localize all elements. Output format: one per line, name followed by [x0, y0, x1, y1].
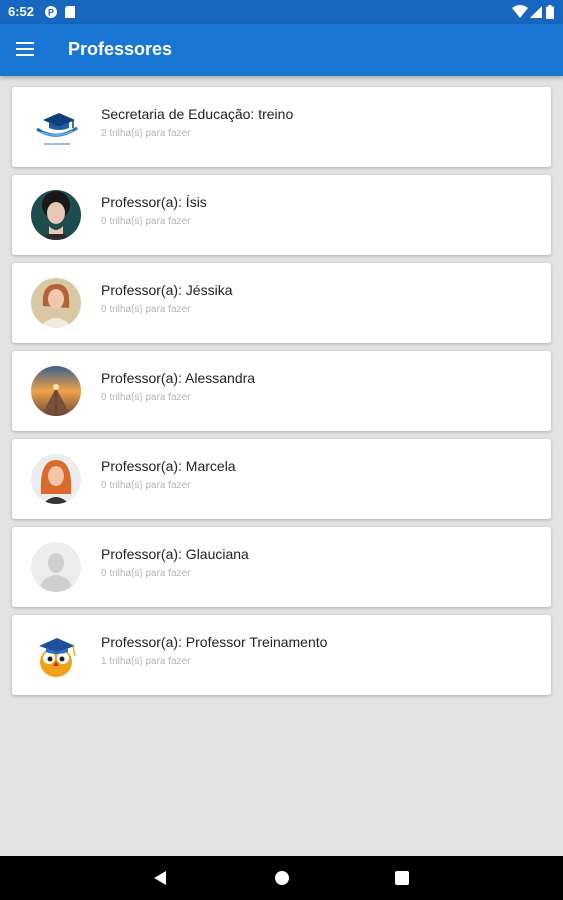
item-title: Professor(a): Jéssika	[101, 282, 233, 298]
item-subtitle: 0 trilha(s) para fazer	[101, 480, 191, 491]
item-title: Professor(a): Glauciana	[101, 546, 249, 562]
default-user-silhouette	[31, 542, 81, 592]
item-subtitle: 2 trilha(s) para fazer	[101, 128, 191, 139]
status-time: 6:52	[8, 4, 35, 19]
item-title: Professor(a): Marcela	[101, 458, 236, 474]
item-subtitle: 0 trilha(s) para fazer	[101, 568, 191, 579]
battery-icon	[546, 5, 554, 19]
navigation-bar	[0, 856, 563, 900]
list-item[interactable]: Professor(a): Glauciana 0 trilha(s) para…	[12, 527, 551, 607]
list-item[interactable]: Professor(a): Professor Treinamento 1 tr…	[12, 615, 551, 695]
wifi-icon	[512, 5, 528, 18]
profile-photo	[31, 190, 81, 240]
signal-icon	[530, 6, 542, 18]
app-bar: Professores	[0, 24, 563, 76]
list-item[interactable]: Professor(a): Marcela 0 trilha(s) para f…	[12, 439, 551, 519]
cloud-sync-icon: P	[45, 6, 57, 18]
list-item[interactable]: Professor(a): Alessandra 0 trilha(s) par…	[12, 351, 551, 431]
graduation-cap-logo	[31, 102, 81, 152]
landscape-photo	[31, 366, 81, 416]
item-subtitle: 0 trilha(s) para fazer	[101, 304, 191, 315]
back-icon[interactable]	[150, 868, 170, 888]
recents-icon[interactable]	[392, 868, 412, 888]
list-item[interactable]: Secretaria de Educação: treino 2 trilha(…	[12, 87, 551, 167]
profile-photo	[31, 278, 81, 328]
item-title: Professor(a): Professor Treinamento	[101, 634, 328, 650]
profile-photo	[31, 454, 81, 504]
page-title: Professores	[68, 39, 173, 59]
sd-card-icon	[65, 6, 75, 18]
item-subtitle: 1 trilha(s) para fazer	[101, 656, 191, 667]
list-item[interactable]: Professor(a): Jéssika 0 trilha(s) para f…	[12, 263, 551, 343]
item-title: Secretaria de Educação: treino	[101, 106, 294, 122]
status-bar: 6:52 P	[0, 0, 563, 24]
hamburger-menu-icon[interactable]	[14, 38, 40, 62]
home-icon[interactable]	[272, 868, 292, 888]
item-subtitle: 0 trilha(s) para fazer	[101, 216, 191, 227]
owl-mascot	[31, 630, 81, 680]
item-title: Professor(a): Alessandra	[101, 370, 256, 386]
list-item[interactable]: Professor(a): Ísis 0 trilha(s) para faze…	[12, 175, 551, 255]
item-subtitle: 0 trilha(s) para fazer	[101, 392, 191, 403]
teacher-list: Secretaria de Educação: treino 2 trilha(…	[12, 87, 551, 703]
item-title: Professor(a): Ísis	[101, 194, 207, 210]
svg-text:P: P	[48, 8, 54, 18]
